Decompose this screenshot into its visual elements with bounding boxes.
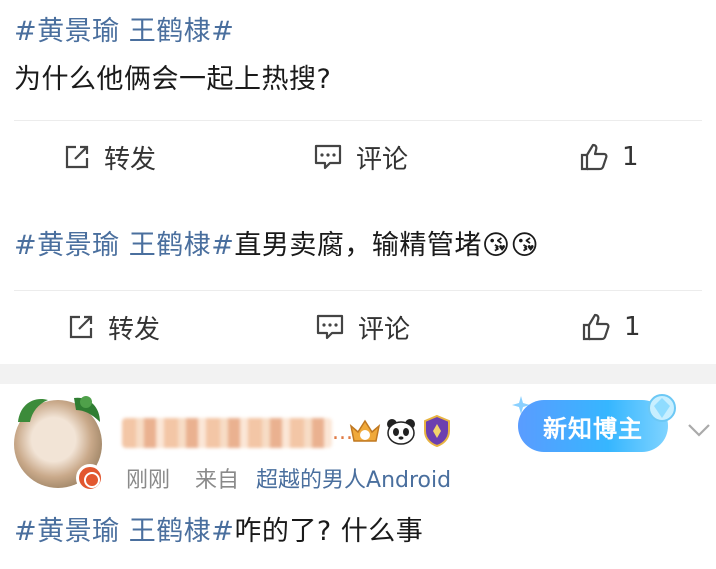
post2-hashtag[interactable]: #黄景瑜 王鹤棣# <box>14 230 234 261</box>
repost-button[interactable]: 转发 <box>66 292 160 362</box>
post2-action-bar: 转发 评论 1 <box>0 292 716 362</box>
like-button[interactable]: 1 <box>578 122 639 192</box>
vip-badge-icon <box>76 464 104 492</box>
thumbs-up-icon <box>582 313 610 341</box>
username[interactable] <box>122 418 332 448</box>
comment-icon <box>316 314 344 340</box>
source-prefix: 来自 <box>195 468 240 493</box>
gem-icon <box>648 394 676 422</box>
comment-label: 评论 <box>356 144 409 175</box>
comment-icon <box>314 144 342 170</box>
chevron-down-icon[interactable] <box>686 420 712 440</box>
shield-icon[interactable] <box>422 414 452 448</box>
post1-hashtag[interactable]: #黄景瑜 王鹤棣# <box>14 14 234 50</box>
comment-label: 评论 <box>358 314 411 345</box>
comment-button[interactable]: 评论 <box>314 292 410 362</box>
post-meta: 刚刚 来自 超越的男人Android <box>126 462 451 494</box>
thumbs-up-icon <box>580 143 608 171</box>
source-link[interactable]: 超越的男人Android <box>256 468 451 493</box>
repost-label: 转发 <box>108 314 161 345</box>
post1-action-bar: 转发 评论 1 <box>0 122 716 192</box>
crown-badge-icon[interactable] <box>348 416 382 446</box>
repost-label: 转发 <box>104 144 157 175</box>
divider <box>14 290 702 291</box>
share-icon <box>65 145 89 169</box>
comment-button[interactable]: 评论 <box>312 122 408 192</box>
like-count: 1 <box>622 142 639 172</box>
leaf-frame-icon <box>18 396 100 422</box>
panda-icon[interactable] <box>384 416 418 446</box>
emoji: 😘😘 <box>481 230 540 261</box>
post3-hashtag[interactable]: #黄景瑜 王鹤棣# <box>14 516 234 547</box>
divider <box>14 120 702 121</box>
post1-text: 为什么他俩会一起上热搜? <box>14 64 332 95</box>
creator-badge-label: 新知博主 <box>543 414 643 443</box>
share-icon <box>69 315 93 339</box>
like-button[interactable]: 1 <box>580 292 641 362</box>
repost-button[interactable]: 转发 <box>62 122 156 192</box>
post3-text: 咋的了? 什么事 <box>234 516 424 547</box>
like-count: 1 <box>624 312 641 342</box>
post2-text-line: #黄景瑜 王鹤棣#直男卖腐，输精管堵😘😘 <box>14 228 539 264</box>
post2-text: 直男卖腐，输精管堵 <box>234 230 482 261</box>
section-separator <box>0 364 716 384</box>
post3-text-line: #黄景瑜 王鹤棣#咋的了? 什么事 <box>14 514 423 550</box>
post-time: 刚刚 <box>126 468 171 493</box>
